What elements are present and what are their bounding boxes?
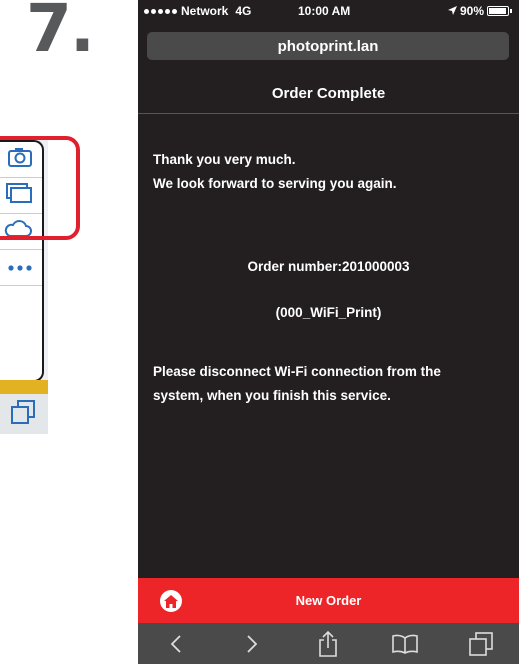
location-arrow-icon <box>447 4 457 18</box>
disconnect-line-2: system, when you finish this service. <box>153 388 391 403</box>
left-panel-bottom-bar <box>0 394 48 434</box>
order-id: (000_WiFi_Print) <box>275 305 382 320</box>
battery-icon <box>487 6 512 16</box>
address-bar[interactable]: photoprint.lan <box>147 32 509 60</box>
status-time: 10:00 AM <box>298 4 351 18</box>
tabs-icon[interactable] <box>461 624 501 664</box>
bookmarks-icon[interactable] <box>385 624 425 664</box>
order-number: Order number:201000003 <box>247 259 410 274</box>
signal-dots-icon <box>144 8 177 14</box>
new-order-button[interactable]: New Order <box>296 593 362 608</box>
status-bar: Network 4G 10:00 AM 90% <box>138 0 519 22</box>
left-panel-yellow-strip <box>0 380 48 394</box>
url-text: photoprint.lan <box>277 37 379 55</box>
thanks-line-1: Thank you very much. <box>153 152 296 167</box>
more-icon <box>8 259 32 277</box>
highlight-box <box>0 136 80 240</box>
back-icon[interactable] <box>156 624 196 664</box>
thanks-message: Thank you very much. We look forward to … <box>153 148 503 196</box>
disconnect-message: Please disconnect Wi-Fi connection from … <box>153 360 508 408</box>
thanks-line-2: We look forward to serving you again. <box>153 176 397 191</box>
home-icon[interactable] <box>160 590 182 612</box>
network-type: 4G <box>235 4 252 18</box>
phone-screen: Network 4G 10:00 AM 90% photoprint.lan O… <box>138 0 519 664</box>
forward-icon[interactable] <box>232 624 272 664</box>
browser-toolbar <box>138 623 519 664</box>
carrier-name: Network <box>181 4 229 18</box>
share-icon[interactable] <box>308 624 348 664</box>
new-order-bar[interactable]: New Order <box>138 578 519 623</box>
battery-percent: 90% <box>459 4 484 18</box>
disconnect-line-1: Please disconnect Wi-Fi connection from … <box>153 364 441 379</box>
left-panel-more-row[interactable] <box>0 250 42 286</box>
step-number: 7. <box>26 0 95 67</box>
tabs-icon[interactable] <box>10 399 36 429</box>
page-title: Order Complete <box>138 74 519 114</box>
